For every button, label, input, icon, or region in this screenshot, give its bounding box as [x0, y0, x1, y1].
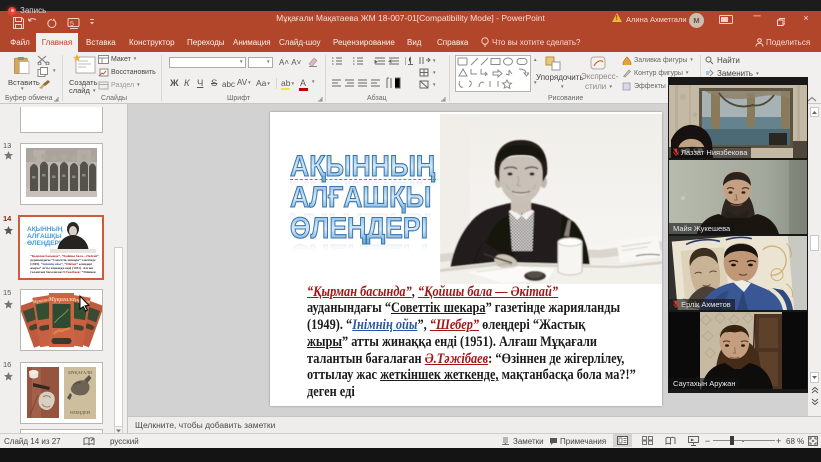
- svg-text:АЛҒАШҚЫ: АЛҒАШҚЫ: [27, 233, 62, 240]
- svg-text:МҰҚАҒАЛИ: МҰҚАҒАЛИ: [68, 370, 92, 375]
- svg-text:АҚЫННЫҢ: АҚЫННЫҢ: [27, 226, 63, 233]
- svg-text:ӨЛЕҢДЕРІ: ӨЛЕҢДЕРІ: [70, 410, 91, 415]
- svg-text:Мұқағали: Мұқағали: [47, 297, 75, 303]
- svg-text:талантын бағалаған Ә.Тәжібаев:: талантын бағалаған Ә.Тәжібаев: “Өзіннен: [30, 269, 96, 274]
- svg-text:ӨЛЕҢДЕРІ: ӨЛЕҢДЕРІ: [27, 240, 61, 247]
